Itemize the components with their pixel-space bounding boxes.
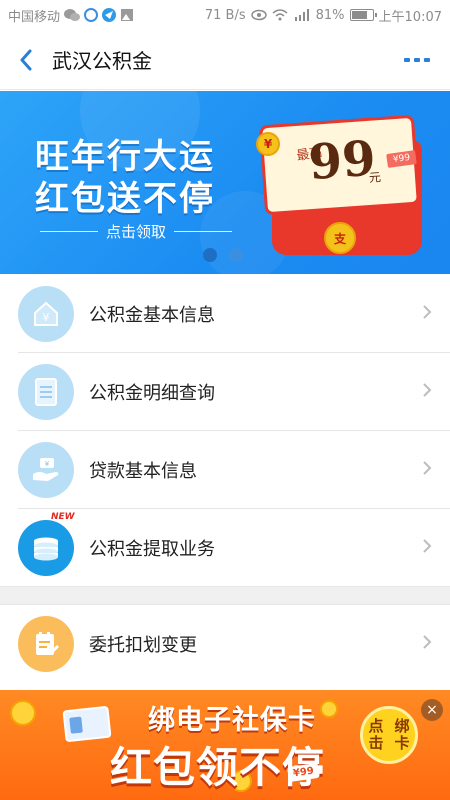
menu-item-label: 公积金基本信息 <box>89 305 215 326</box>
bind-card-button[interactable]: 点击 绑卡 <box>360 706 418 764</box>
chevron-right-icon <box>423 635 432 649</box>
send-icon <box>102 8 117 22</box>
envelope-unit: 元 <box>368 170 382 185</box>
ad-headline-1: 绑电子社保卡 <box>148 705 316 736</box>
carousel-dot[interactable] <box>203 248 217 262</box>
battery-percent: 81% <box>315 7 345 23</box>
chevron-right-icon <box>423 461 432 475</box>
wifi-icon <box>272 9 288 21</box>
menu-item-label: 委托扣划变更 <box>89 635 197 656</box>
banner-headline-2: 红包送不停 <box>35 179 215 219</box>
menu-item-loan-info[interactable]: ¥ 贷款基本信息 <box>0 431 450 509</box>
menu-item-detail-query[interactable]: 公积金明细查询 <box>0 353 450 431</box>
close-icon: × <box>426 702 438 718</box>
menu-list-secondary: 委托扣划变更 <box>0 605 450 683</box>
clock: 上午10:07 <box>378 9 442 25</box>
chevron-right-icon <box>423 539 432 553</box>
carousel-indicator <box>203 248 243 262</box>
menu-item-label: 公积金明细查询 <box>89 383 215 404</box>
net-speed: 71 B/s <box>204 7 246 23</box>
yuan-coin-icon: ¥ <box>256 132 280 156</box>
house-yuan-icon: ¥ <box>18 286 74 342</box>
section-divider <box>0 586 450 605</box>
signal-icon <box>294 9 309 21</box>
chevron-left-icon <box>20 49 32 70</box>
bottom-ad-banner[interactable]: 绑电子社保卡 红包领不停 ¥99 点击 绑卡 <box>0 690 450 800</box>
menu-item-deduction-change[interactable]: 委托扣划变更 <box>0 605 450 683</box>
menu-list: ¥ 公积金基本信息 公积金明细查询 ¥ 贷款基本信息 NEW 公积金提取业务 <box>0 275 450 587</box>
social-security-card-icon <box>62 705 112 743</box>
carrier-label: 中国移动 <box>8 9 61 25</box>
coins-stack-icon: NEW <box>18 512 75 576</box>
battery-icon <box>349 9 377 21</box>
banner-cta[interactable]: 点击领取 <box>40 221 233 242</box>
red-envelope-illustration: 最高 99 元 ¥99 ¥ 支 <box>256 112 422 257</box>
battery-level <box>351 11 367 19</box>
more-dots-icon <box>404 57 410 62</box>
chevron-right-icon <box>423 305 432 319</box>
svg-text:¥: ¥ <box>45 460 50 468</box>
nav-bar: 武汉公积金 <box>0 30 450 90</box>
status-bar: 中国移动 71 B/s 81% 上午10:07 <box>0 0 450 30</box>
menu-item-withdrawal[interactable]: NEW 公积金提取业务 <box>0 509 450 587</box>
hand-money-icon: ¥ <box>18 442 74 498</box>
menu-item-basic-info[interactable]: ¥ 公积金基本信息 <box>0 275 450 353</box>
document-list-icon <box>18 364 74 420</box>
menu-item-label: 贷款基本信息 <box>89 461 197 482</box>
new-badge: NEW <box>51 512 75 522</box>
chevron-right-icon <box>423 383 432 397</box>
banner-cta-label: 点击领取 <box>106 223 167 241</box>
wechat-icon <box>64 9 81 21</box>
svg-text:¥: ¥ <box>43 311 50 324</box>
eye-icon <box>250 9 267 21</box>
photo-icon <box>121 9 134 21</box>
envelope-amount: 99 <box>306 130 378 192</box>
edit-document-icon <box>18 616 74 672</box>
back-button[interactable] <box>0 30 52 90</box>
alipay-coin-icon: 支 <box>324 222 356 254</box>
carousel-dot[interactable] <box>229 248 243 262</box>
more-button[interactable] <box>404 57 430 62</box>
ad-close-button[interactable]: × <box>421 699 443 721</box>
menu-item-label: 公积金提取业务 <box>89 539 215 560</box>
app-c-icon <box>84 8 99 22</box>
ad-headline-2: 红包领不停 <box>110 743 326 792</box>
page-title: 武汉公积金 <box>52 49 152 73</box>
